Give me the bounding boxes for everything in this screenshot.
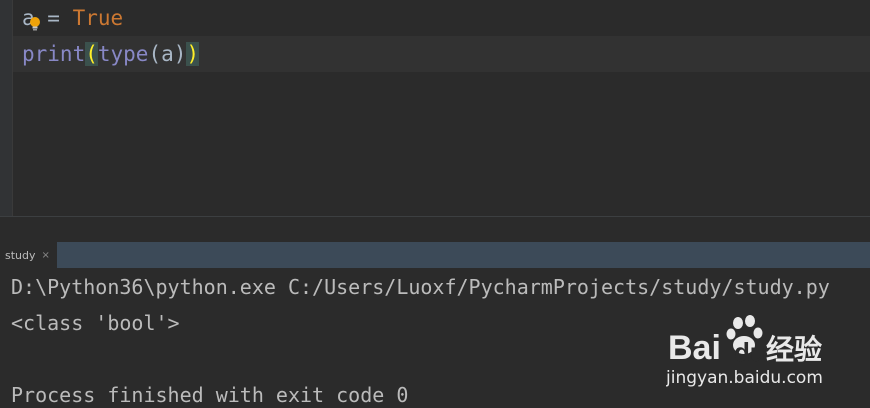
type-builtin: type [97, 42, 149, 66]
true-keyword: True [72, 6, 124, 30]
matched-open-paren: ( [85, 42, 98, 66]
print-builtin: print [22, 42, 86, 66]
run-tab-label: study [5, 248, 36, 262]
baidu-jingyan-watermark: Bai du 经验 jingyan.baidu.com [665, 313, 866, 393]
watermark-brand-left: Bai [668, 329, 721, 367]
editor-gutter [0, 0, 13, 216]
watermark-url: jingyan.baidu.com [666, 368, 823, 388]
code-editor[interactable]: a = True print(type(a)) [0, 0, 870, 216]
baidu-logo: Bai du 经验 jingyan.baidu.com [665, 315, 823, 388]
close-icon[interactable]: × [42, 250, 50, 261]
lightbulb-icon[interactable] [28, 16, 42, 32]
watermark-brand-cn: 经验 [766, 333, 822, 366]
code-line-2[interactable]: print(type(a)) [13, 36, 870, 72]
watermark-brand-right: du [734, 337, 766, 367]
editor-bottom-area [0, 216, 870, 243]
console-command-line: D:\Python36\python.exe C:/Users/Luoxf/Py… [11, 275, 830, 299]
run-tab-strip: study × [0, 242, 870, 268]
type-call-args: (a) [148, 42, 187, 66]
console-exit-line: Process finished with exit code 0 [11, 383, 409, 407]
console-output-line: <class 'bool'> [11, 311, 180, 335]
matched-close-paren: ) [186, 42, 200, 66]
run-tab-study[interactable]: study × [0, 242, 57, 268]
